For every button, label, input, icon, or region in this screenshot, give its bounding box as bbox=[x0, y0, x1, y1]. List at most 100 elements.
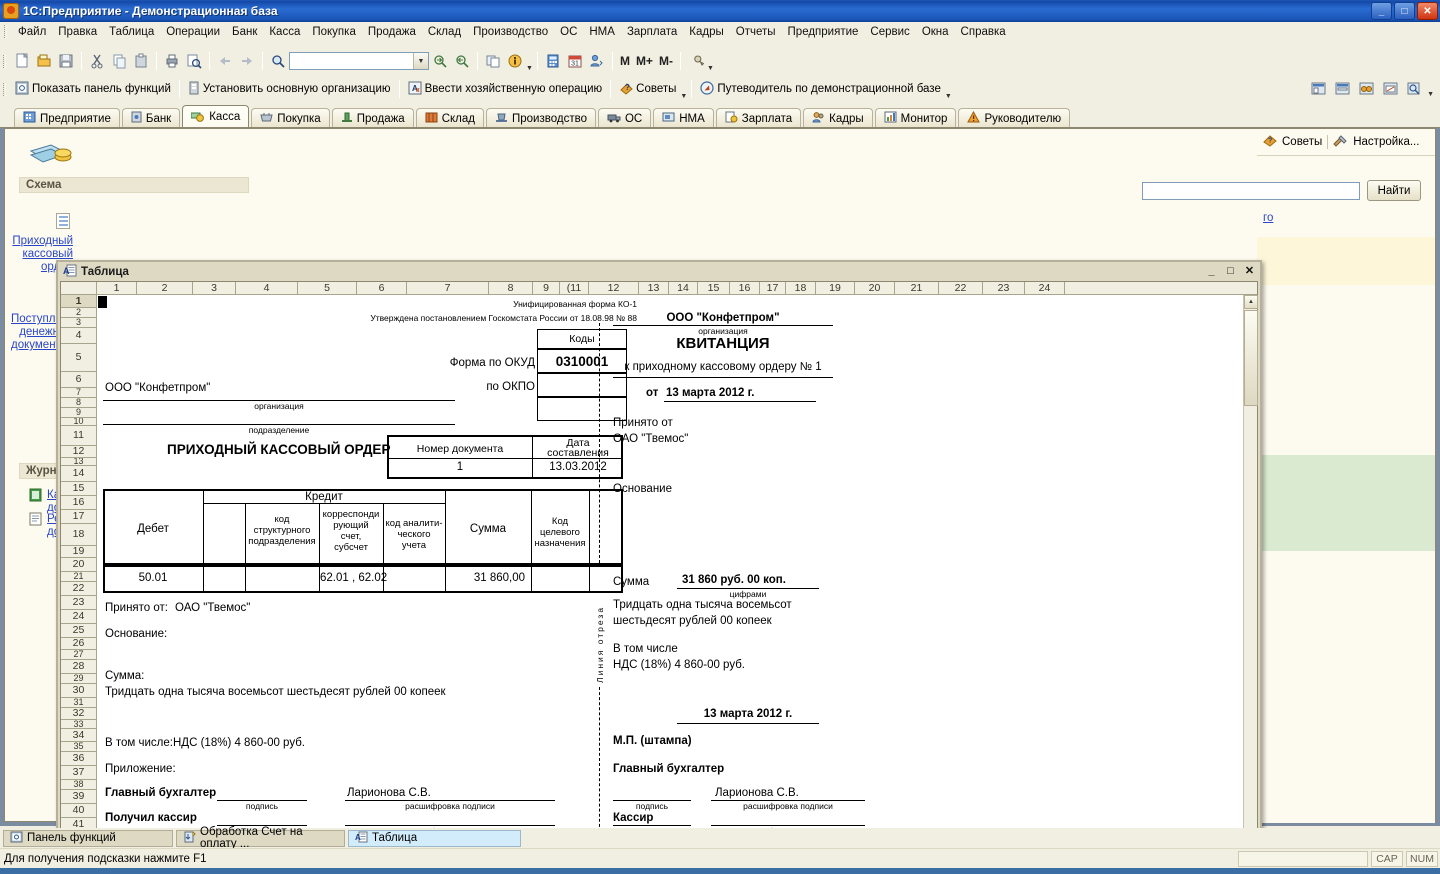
menu-grip[interactable] bbox=[4, 25, 7, 38]
copy-icon[interactable] bbox=[108, 50, 130, 72]
wrench-icon[interactable] bbox=[685, 50, 707, 72]
tab-production[interactable]: Производство bbox=[486, 108, 596, 128]
column-header-7[interactable]: 7 bbox=[407, 282, 489, 294]
column-header-16[interactable]: 16 bbox=[730, 282, 760, 294]
row-header-7[interactable]: 7 bbox=[61, 388, 96, 398]
row-header-10[interactable]: 10 bbox=[61, 418, 96, 426]
row-header-29[interactable]: 29 bbox=[61, 674, 96, 684]
menu-item-bank[interactable]: Банк bbox=[226, 24, 263, 40]
menu-item-sale[interactable]: Продажа bbox=[362, 24, 422, 40]
column-header-15[interactable]: 15 bbox=[698, 282, 730, 294]
tab-purchase[interactable]: Покупка bbox=[251, 108, 330, 128]
row-header-16[interactable]: 16 bbox=[61, 496, 96, 510]
row-header-4[interactable]: 4 bbox=[61, 328, 96, 344]
menu-item-service[interactable]: Сервис bbox=[864, 24, 915, 40]
tab-cash[interactable]: Касса bbox=[182, 105, 250, 128]
row-header-18[interactable]: 18 bbox=[61, 524, 96, 546]
copy-window-icon[interactable] bbox=[482, 50, 504, 72]
column-header-2[interactable]: 2 bbox=[137, 282, 193, 294]
row-header-8[interactable]: 8 bbox=[61, 398, 96, 408]
row-header-3[interactable]: 3 bbox=[61, 318, 96, 328]
open-folder-icon[interactable] bbox=[33, 50, 55, 72]
user-icon[interactable] bbox=[586, 50, 608, 72]
print-icon[interactable] bbox=[161, 50, 183, 72]
win-icon-5[interactable] bbox=[1403, 78, 1425, 100]
column-header-22[interactable]: 22 bbox=[939, 282, 983, 294]
row-header-31[interactable]: 31 bbox=[61, 698, 96, 708]
row-header-11[interactable]: 11 bbox=[61, 426, 96, 446]
info-icon[interactable] bbox=[504, 50, 526, 72]
row-header-22[interactable]: 22 bbox=[61, 582, 96, 596]
chevron-down-icon[interactable]: ▼ bbox=[707, 65, 714, 72]
menu-item-edit[interactable]: Правка bbox=[52, 24, 103, 40]
tab-warehouse[interactable]: Склад bbox=[415, 108, 484, 128]
chevron-down-icon[interactable]: ▼ bbox=[413, 53, 428, 69]
menu-item-salary[interactable]: Зарплата bbox=[621, 24, 683, 40]
row-header-26[interactable]: 26 bbox=[61, 638, 96, 650]
row-header-25[interactable]: 25 bbox=[61, 624, 96, 638]
column-header-24[interactable]: 24 bbox=[1025, 282, 1065, 294]
column-header-14[interactable]: 14 bbox=[669, 282, 698, 294]
cut-icon[interactable] bbox=[86, 50, 108, 72]
row-header-39[interactable]: 39 bbox=[61, 790, 96, 804]
row-header-35[interactable]: 35 bbox=[61, 742, 96, 752]
tips-button[interactable]: ? Советы bbox=[615, 78, 680, 100]
chevron-down-icon[interactable]: ▼ bbox=[680, 93, 687, 100]
win-icon-4[interactable] bbox=[1379, 78, 1401, 100]
redo-icon[interactable] bbox=[236, 50, 258, 72]
tab-assets[interactable]: ОС bbox=[597, 108, 652, 128]
menu-item-enterprise[interactable]: Предприятие bbox=[782, 24, 865, 40]
row-header-34[interactable]: 34 bbox=[61, 729, 96, 742]
column-header-9[interactable]: 9 bbox=[533, 282, 560, 294]
column-header-13[interactable]: 13 bbox=[639, 282, 669, 294]
column-header-12[interactable]: 12 bbox=[589, 282, 639, 294]
menu-item-help[interactable]: Справка bbox=[955, 24, 1012, 40]
panel-partial-link[interactable]: го bbox=[1263, 212, 1273, 224]
row-header-14[interactable]: 14 bbox=[61, 466, 96, 482]
memory-button-mminus[interactable]: M- bbox=[656, 54, 676, 68]
tab-hr[interactable]: Кадры bbox=[803, 108, 873, 128]
column-header-17[interactable]: 17 bbox=[760, 282, 786, 294]
row-header-40[interactable]: 40 bbox=[61, 804, 96, 818]
paste-icon[interactable] bbox=[130, 50, 152, 72]
find-icon[interactable] bbox=[267, 50, 289, 72]
row-header-1[interactable]: 1 bbox=[61, 295, 96, 308]
row-header-23[interactable]: 23 bbox=[61, 596, 96, 610]
menu-item-purchase[interactable]: Покупка bbox=[306, 24, 361, 40]
memory-button-mplus[interactable]: M+ bbox=[633, 54, 656, 68]
tab-salary[interactable]: Зарплата bbox=[715, 108, 802, 128]
row-header-2[interactable]: 2 bbox=[61, 308, 96, 318]
tab-enterprise[interactable]: Предприятие bbox=[14, 108, 120, 128]
show-function-panel-button[interactable]: Показать панель функций bbox=[11, 78, 175, 100]
column-header-21[interactable]: 21 bbox=[895, 282, 939, 294]
vertical-scroll-thumb[interactable] bbox=[1244, 310, 1258, 406]
undo-icon[interactable] bbox=[214, 50, 236, 72]
minimize-button[interactable]: _ bbox=[1371, 2, 1392, 20]
new-document-icon[interactable] bbox=[11, 50, 33, 72]
row-header-27[interactable]: 27 bbox=[61, 650, 96, 660]
row-header-13[interactable]: 13 bbox=[61, 458, 96, 466]
menu-item-assets[interactable]: ОС bbox=[554, 24, 583, 40]
column-header-(11[interactable]: (11 bbox=[560, 282, 589, 294]
win-icon-1[interactable] bbox=[1307, 78, 1329, 100]
tab-sale[interactable]: Продажа bbox=[331, 108, 414, 128]
memory-button-m[interactable]: M bbox=[617, 54, 633, 68]
table-maximize-button[interactable]: □ bbox=[1224, 264, 1237, 277]
chevron-down-icon[interactable]: ▼ bbox=[1427, 91, 1434, 98]
calendar-icon[interactable]: 31 bbox=[564, 50, 586, 72]
row-header-6[interactable]: 6 bbox=[61, 372, 96, 388]
panel-search-input[interactable] bbox=[1142, 182, 1360, 200]
row-header-column[interactable]: 1 2 3 4 5 6 7 8 9 10 11 12 13 14 15 16 17 18 19 20 21 22 23 24 2… bbox=[61, 295, 97, 874]
tab-intangible[interactable]: НМА bbox=[653, 108, 714, 128]
menu-item-windows[interactable]: Окна bbox=[916, 24, 955, 40]
menu-item-production[interactable]: Производство bbox=[467, 24, 554, 40]
tab-monitor[interactable]: Монитор bbox=[874, 108, 957, 128]
row-header-9[interactable]: 9 bbox=[61, 408, 96, 418]
row-header-36[interactable]: 36 bbox=[61, 752, 96, 766]
search-next-icon[interactable] bbox=[429, 50, 451, 72]
row-header-17[interactable]: 17 bbox=[61, 510, 96, 524]
row-header-32[interactable]: 32 bbox=[61, 708, 96, 720]
row-header-28[interactable]: 28 bbox=[61, 660, 96, 674]
menu-item-cash[interactable]: Касса bbox=[263, 24, 306, 40]
row-header-24[interactable]: 24 bbox=[61, 610, 96, 624]
